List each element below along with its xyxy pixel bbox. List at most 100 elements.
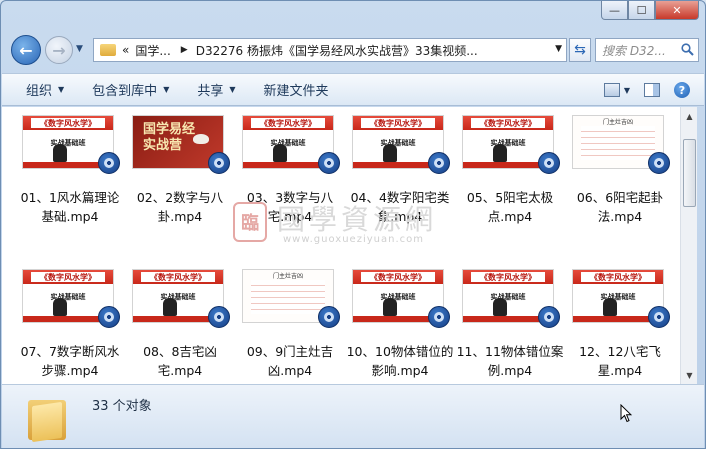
thumbnail-subtitle: 实战基础班 (160, 292, 196, 301)
file-item[interactable]: 国学易经 实战营 02、2数字与八卦.mp4 (130, 115, 240, 225)
file-name: 04、4数字阳宅类象.mp4 (350, 190, 450, 224)
caption-buttons: — ☐ ✕ (601, 1, 699, 21)
help-icon[interactable]: ? (674, 82, 690, 98)
thumbnail-title: 《数字风水学》 (361, 118, 435, 128)
file-item[interactable]: 《数字风水学》 实战基础班 03、3数字与八宅.mp4 (240, 115, 350, 225)
crane-icon (193, 134, 209, 144)
command-bar: 组织 ▼ 包含到库中 ▼ 共享 ▼ 新建文件夹 ▼ ? (2, 73, 704, 106)
search-input[interactable]: 搜索 D32... (595, 38, 699, 62)
presenter-figure (383, 298, 397, 316)
arrow-right-icon: → (52, 40, 66, 60)
file-name: 06、6阳宅起卦法.mp4 (576, 190, 664, 224)
refresh-icon: ⇆ (574, 42, 586, 58)
scroll-thumb[interactable] (683, 139, 696, 207)
file-name: 03、3数字与八宅.mp4 (246, 190, 334, 224)
file-item[interactable]: 《数字风水学》 实战基础班 04、4数字阳宅类象.mp4 (350, 115, 460, 225)
refresh-button[interactable]: ⇆ (569, 38, 591, 62)
thumbnail-title: 《数字风水学》 (31, 118, 105, 128)
scroll-up-icon[interactable]: ▲ (683, 109, 696, 123)
file-item[interactable]: 《数字风水学》 实战基础班 05、5阳宅太极点.mp4 (460, 115, 570, 225)
organize-menu[interactable]: 组织 ▼ (26, 80, 64, 99)
file-name: 02、2数字与八卦.mp4 (136, 190, 224, 224)
change-view-icon[interactable] (603, 83, 620, 97)
media-player-icon (98, 306, 120, 328)
media-player-icon (428, 152, 450, 174)
presenter-figure (53, 144, 67, 162)
media-player-icon (428, 306, 450, 328)
thumbnail-subtitle: 实战基础班 (270, 138, 306, 147)
file-list[interactable]: 《数字风水学》 实战基础班 01、1风水篇理论基础.mp4 国学易经 实战营 02、2数字… (2, 107, 680, 384)
media-player-icon (318, 152, 340, 174)
chevron-down-icon: ▼ (229, 85, 236, 94)
navigation-bar: ← → ▼ « 国学... ▶ D32276 杨振炜《国学易经风水实战营》33集… (9, 35, 699, 67)
address-bar[interactable]: « 国学... ▶ D32276 杨振炜《国学易经风水实战营》33集视频... … (93, 38, 567, 62)
explorer-window: — ☐ ✕ ← → ▼ « 国学... ▶ D32276 杨振炜《国学易经风水实… (0, 0, 706, 449)
thumbnail-title: 《数字风水学》 (251, 118, 325, 128)
file-item[interactable]: 《数字风水学》 实战基础班 12、12八宅飞星.mp4 (570, 269, 680, 379)
media-player-icon (538, 306, 560, 328)
file-item[interactable]: 《数字风水学》 实战基础班 01、1风水篇理论基础.mp4 (20, 115, 130, 225)
view-controls: ▼ ? (603, 82, 690, 98)
minimize-button[interactable]: — (601, 1, 628, 20)
file-item[interactable]: 门主灶吉凶 06、6阳宅起卦法.mp4 (570, 115, 680, 225)
new-folder-label: 新建文件夹 (263, 84, 329, 99)
thumbnail-subtitle: 实战基础班 (50, 292, 86, 301)
include-in-library-menu[interactable]: 包含到库中 ▼ (92, 80, 169, 99)
presenter-figure (163, 298, 177, 316)
arrow-left-icon: ← (19, 40, 33, 60)
breadcrumb-parent[interactable]: 国学... (135, 42, 170, 59)
thumbnail-subtitle: 实战基础班 (380, 138, 416, 147)
file-name: 01、1风水篇理论基础.mp4 (20, 190, 120, 224)
media-player-icon (648, 152, 670, 174)
breadcrumb-current[interactable]: D32276 杨振炜《国学易经风水实战营》33集视频... (196, 42, 478, 59)
file-item[interactable]: 《数字风水学》 实战基础班 10、10物体错位的影响.mp4 (347, 269, 460, 379)
share-menu[interactable]: 共享 ▼ (197, 80, 235, 99)
file-name: 05、5阳宅太极点.mp4 (466, 190, 554, 224)
file-item[interactable]: 《数字风水学》 实战基础班 07、7数字断风水步骤.mp4 (20, 269, 130, 379)
media-player-icon (318, 306, 340, 328)
thumbnail-subtitle: 实战基础班 (490, 138, 526, 147)
chevron-down-icon: ▼ (58, 85, 65, 94)
presenter-figure (383, 144, 397, 162)
back-button[interactable]: ← (11, 35, 41, 65)
file-item[interactable]: 《数字风水学》 实战基础班 08、8吉宅凶宅.mp4 (130, 269, 240, 379)
presenter-figure (53, 298, 67, 316)
preview-pane-icon[interactable] (644, 83, 660, 97)
item-count: 33 个对象 (92, 399, 152, 414)
file-name: 09、9门主灶吉凶.mp4 (246, 344, 334, 378)
thumbnail-title: 国学易经 实战营 (143, 122, 196, 153)
media-player-icon (208, 152, 230, 174)
view-dropdown-icon[interactable]: ▼ (624, 86, 630, 95)
thumbnail-title: 《数字风水学》 (581, 272, 655, 282)
media-player-icon (648, 306, 670, 328)
file-name: 11、11物体错位案例.mp4 (456, 344, 564, 378)
address-overflow[interactable]: « (122, 43, 129, 57)
address-dropdown-icon[interactable]: ▼ (555, 44, 562, 54)
thumbnail-title: 门主灶吉凶 (272, 273, 303, 280)
thumbnail-subtitle: 实战基础班 (50, 138, 86, 147)
document-lines (581, 126, 655, 160)
folder-icon (28, 394, 72, 443)
new-folder-button[interactable]: 新建文件夹 (264, 80, 329, 99)
breadcrumb-separator-icon[interactable]: ▶ (181, 45, 188, 55)
thumbnail-subtitle: 实战基础班 (600, 292, 636, 301)
file-name: 07、7数字断风水步骤.mp4 (20, 344, 120, 378)
thumbnail-title: 《数字风水学》 (471, 118, 545, 128)
maximize-button[interactable]: ☐ (628, 1, 655, 20)
thumbnail-title: 门主灶吉凶 (602, 119, 633, 126)
details-pane: 33 个对象 (2, 384, 704, 448)
vertical-scrollbar[interactable]: ▲ ▼ (680, 107, 697, 384)
close-button[interactable]: ✕ (655, 1, 699, 20)
organize-label: 组织 (26, 84, 53, 99)
presenter-figure (603, 298, 617, 316)
folder-icon (100, 44, 116, 56)
forward-button[interactable]: → (45, 36, 73, 64)
presenter-figure (493, 144, 507, 162)
file-item[interactable]: 门主灶吉凶 09、9门主灶吉凶.mp4 (240, 269, 350, 379)
scroll-down-icon[interactable]: ▼ (683, 368, 696, 382)
share-label: 共享 (197, 84, 224, 99)
file-name: 08、8吉宅凶宅.mp4 (143, 344, 217, 378)
file-item[interactable]: 《数字风水学》 实战基础班 11、11物体错位案例.mp4 (457, 269, 570, 379)
thumbnail-title: 《数字风水学》 (141, 272, 215, 282)
recent-pages-dropdown-icon[interactable]: ▼ (76, 44, 83, 54)
